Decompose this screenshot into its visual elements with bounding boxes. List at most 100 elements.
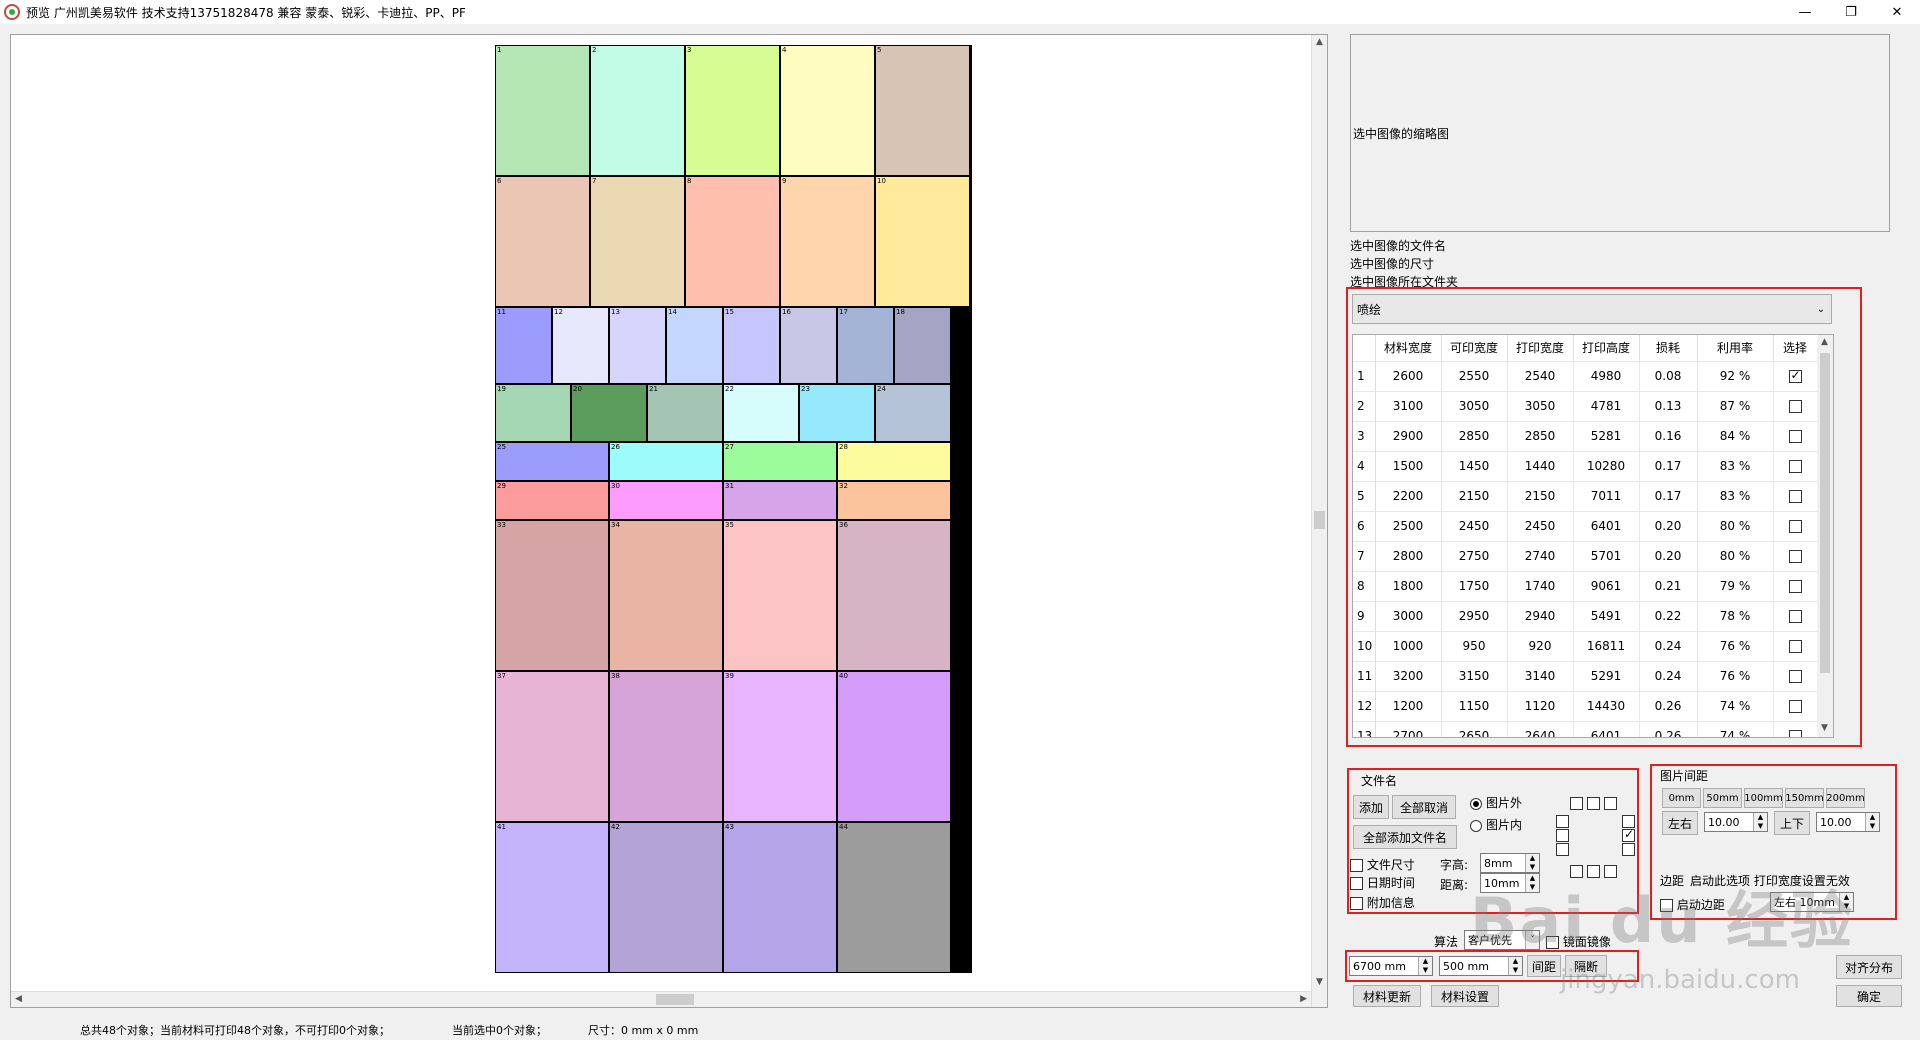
select-cell[interactable] bbox=[1773, 570, 1818, 601]
layout-tile[interactable]: 37 bbox=[495, 671, 609, 822]
layout-tile[interactable]: 27 bbox=[723, 442, 837, 481]
spacing-preset-button[interactable]: 50mm bbox=[1703, 788, 1742, 808]
select-checkbox[interactable] bbox=[1788, 520, 1802, 533]
material-width-spinner[interactable]: 6700 mm ▲ ▼ bbox=[1349, 956, 1433, 976]
layout-tile[interactable]: 28 bbox=[837, 442, 951, 481]
layout-tile[interactable]: 12 bbox=[552, 307, 609, 384]
checkbox-datetime[interactable]: 日期时间 bbox=[1350, 874, 1415, 891]
radio-inside[interactable]: 图片内 bbox=[1470, 816, 1522, 833]
layout-tile[interactable]: 15 bbox=[723, 307, 780, 384]
horizontal-scrollbar[interactable]: ◀ ▶ bbox=[11, 991, 1311, 1007]
layout-tile[interactable]: 24 bbox=[875, 384, 951, 442]
radio-icon[interactable] bbox=[1470, 819, 1482, 832]
table-row[interactable]: 4 1500 1450 1440 10280 0.17 83 % bbox=[1353, 450, 1818, 481]
table-scroll-thumb[interactable] bbox=[1820, 353, 1830, 673]
table-row[interactable]: 6 2500 2450 2450 6401 0.20 80 % bbox=[1353, 510, 1818, 541]
layout-tile[interactable]: 29 bbox=[495, 481, 609, 520]
checkbox-file-size[interactable]: 文件尺寸 bbox=[1350, 856, 1415, 873]
select-checkbox[interactable] bbox=[1788, 640, 1802, 653]
select-checkbox[interactable] bbox=[1788, 430, 1802, 443]
table-row[interactable]: 3 2900 2850 2850 5281 0.16 84 % bbox=[1353, 420, 1818, 451]
add-button[interactable]: 添加 bbox=[1353, 795, 1389, 819]
layout-tile[interactable]: 26 bbox=[609, 442, 723, 481]
layout-tile[interactable]: 2 bbox=[590, 45, 685, 176]
layout-tile[interactable]: 1 bbox=[495, 45, 590, 176]
layout-tile[interactable]: 23 bbox=[799, 384, 875, 442]
left-right-spinner[interactable]: 10.00 ▲ ▼ bbox=[1704, 812, 1768, 832]
select-cell[interactable] bbox=[1773, 450, 1818, 481]
maximize-button[interactable]: ❐ bbox=[1828, 0, 1874, 24]
spacing-preset-button[interactable]: 200mm bbox=[1826, 788, 1865, 808]
table-row[interactable]: 8 1800 1750 1740 9061 0.21 79 % bbox=[1353, 570, 1818, 601]
layout-tile[interactable]: 17 bbox=[837, 307, 894, 384]
layout-tile[interactable]: 4 bbox=[780, 45, 875, 176]
table-row[interactable]: 9 3000 2950 2940 5491 0.22 78 % bbox=[1353, 600, 1818, 631]
select-cell[interactable] bbox=[1773, 600, 1818, 631]
layout-tile[interactable]: 42 bbox=[609, 822, 723, 973]
cancel-all-button[interactable]: 全部取消 bbox=[1392, 795, 1456, 819]
layout-tile[interactable]: 13 bbox=[609, 307, 666, 384]
table-row[interactable]: 5 2200 2150 2150 7011 0.17 83 % bbox=[1353, 480, 1818, 511]
select-cell[interactable] bbox=[1773, 660, 1818, 691]
layout-tile[interactable]: 31 bbox=[723, 481, 837, 520]
scroll-up-icon[interactable]: ▲ bbox=[1316, 37, 1323, 47]
select-cell[interactable] bbox=[1773, 510, 1818, 541]
layout-tile[interactable]: 16 bbox=[780, 307, 837, 384]
table-row[interactable]: 2 3100 3050 3050 4781 0.13 87 % bbox=[1353, 390, 1818, 421]
table-row[interactable]: 7 2800 2750 2740 5701 0.20 80 % bbox=[1353, 540, 1818, 571]
layout-tile[interactable]: 39 bbox=[723, 671, 837, 822]
scroll-left-icon[interactable]: ◀ bbox=[15, 994, 22, 1004]
select-checkbox[interactable] bbox=[1788, 700, 1802, 713]
layout-tile[interactable]: 43 bbox=[723, 822, 837, 973]
layout-tile[interactable]: 21 bbox=[647, 384, 723, 442]
select-cell[interactable] bbox=[1773, 720, 1818, 737]
up-down-spinner[interactable]: 10.00 ▲ ▼ bbox=[1816, 812, 1880, 832]
table-row[interactable]: 11 3200 3150 3140 5291 0.24 76 % bbox=[1353, 660, 1818, 691]
layout-tile[interactable]: 38 bbox=[609, 671, 723, 822]
spacing-preset-button[interactable]: 0mm bbox=[1662, 788, 1701, 808]
layout-tile[interactable]: 25 bbox=[495, 442, 609, 481]
position-checkbox-right[interactable] bbox=[1622, 814, 1635, 856]
scroll-right-icon[interactable]: ▶ bbox=[1300, 994, 1307, 1004]
layout-tile[interactable]: 22 bbox=[723, 384, 799, 442]
select-checkbox[interactable] bbox=[1788, 730, 1802, 737]
spacing-preset-button[interactable]: 150mm bbox=[1785, 788, 1824, 808]
select-cell[interactable] bbox=[1773, 540, 1818, 571]
hscroll-thumb[interactable] bbox=[656, 994, 694, 1005]
table-row[interactable]: 12 1200 1150 1120 14430 0.26 74 % bbox=[1353, 690, 1818, 721]
select-cell[interactable] bbox=[1773, 480, 1818, 511]
layout-tile[interactable]: 3 bbox=[685, 45, 780, 176]
left-right-button[interactable]: 左右 bbox=[1662, 811, 1698, 835]
layout-tile[interactable]: 33 bbox=[495, 520, 609, 671]
layout-tile[interactable]: 40 bbox=[837, 671, 951, 822]
select-cell[interactable] bbox=[1773, 390, 1818, 421]
layout-tile[interactable]: 34 bbox=[609, 520, 723, 671]
layout-tile[interactable]: 11 bbox=[495, 307, 552, 384]
position-checkbox-grid[interactable] bbox=[1570, 796, 1617, 810]
checkbox-extra-info[interactable]: 附加信息 bbox=[1350, 894, 1415, 911]
minimize-button[interactable]: — bbox=[1782, 0, 1828, 24]
layout-tile[interactable]: 10 bbox=[875, 176, 970, 307]
select-checkbox[interactable] bbox=[1788, 490, 1802, 503]
layout-tile[interactable]: 41 bbox=[495, 822, 609, 973]
select-cell[interactable] bbox=[1773, 420, 1818, 451]
material-select[interactable]: 喷绘 ⌄ bbox=[1352, 294, 1832, 324]
layout-tile[interactable]: 9 bbox=[780, 176, 875, 307]
layout-tile[interactable]: 7 bbox=[590, 176, 685, 307]
layout-tile[interactable]: 32 bbox=[837, 481, 951, 520]
material-settings-button[interactable]: 材料设置 bbox=[1431, 985, 1499, 1007]
layout-tile[interactable]: 19 bbox=[495, 384, 571, 442]
table-row[interactable]: 13 2700 2650 2640 6401 0.26 74 % bbox=[1353, 720, 1818, 737]
table-row[interactable]: 10 1000 950 920 16811 0.24 76 % bbox=[1353, 630, 1818, 661]
layout-tile[interactable]: 44 bbox=[837, 822, 951, 973]
select-checkbox[interactable] bbox=[1788, 550, 1802, 563]
material-table[interactable]: 材料宽度 可印宽度 打印宽度 打印高度 损耗 利用率 选择 1 2600 2550 2… bbox=[1352, 334, 1834, 738]
layout-tile[interactable]: 18 bbox=[894, 307, 951, 384]
select-checkbox[interactable] bbox=[1788, 610, 1802, 623]
preview-canvas[interactable]: 1 2 3 4 5 6 7 8 9 10 11 12 13 14 15 16 17 18 19 20 21 22 23 24 2… bbox=[10, 34, 1328, 1008]
position-checkbox-left[interactable] bbox=[1556, 814, 1569, 856]
up-down-button[interactable]: 上下 bbox=[1774, 811, 1810, 835]
layout-tile[interactable]: 35 bbox=[723, 520, 837, 671]
add-all-filenames-button[interactable]: 全部添加文件名 bbox=[1353, 825, 1457, 849]
select-checkbox[interactable] bbox=[1788, 400, 1802, 413]
